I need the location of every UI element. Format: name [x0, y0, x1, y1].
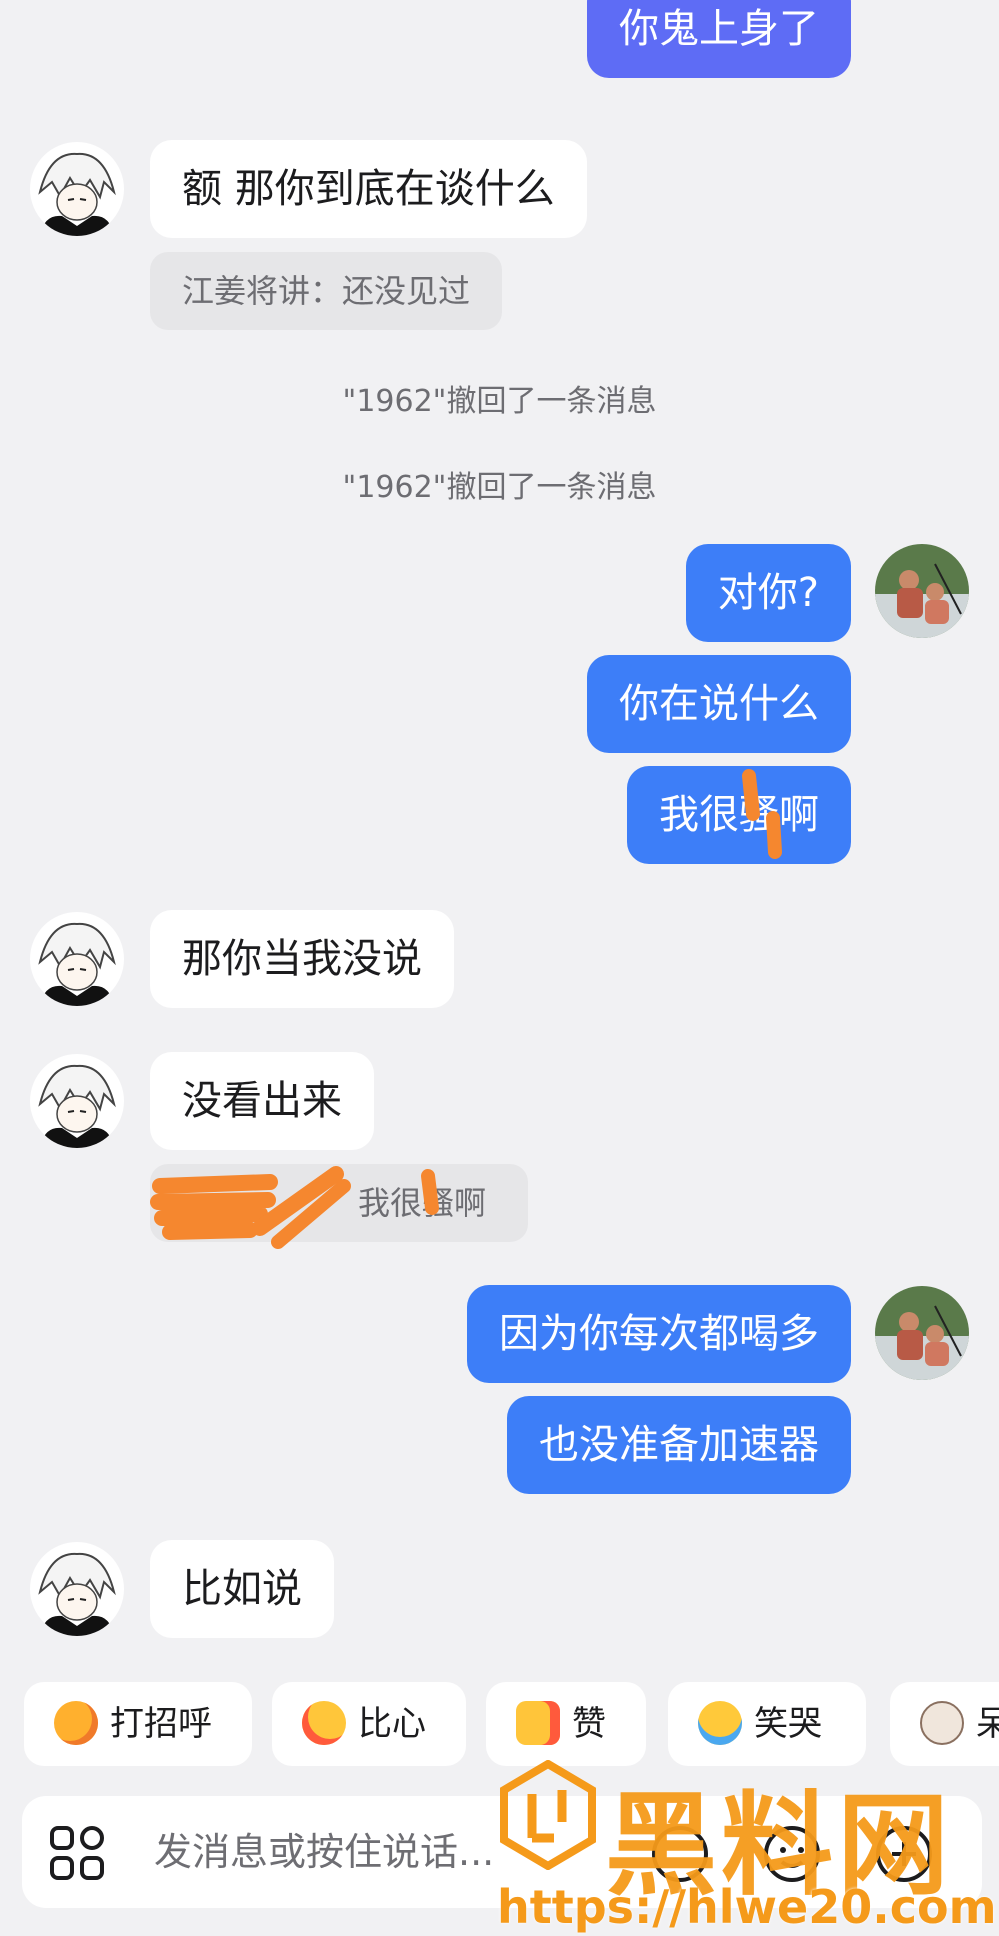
- redaction-scribble: [150, 1166, 439, 1249]
- recall-notice: "1962"撤回了一条消息: [342, 384, 657, 419]
- redaction-scribble: [742, 769, 782, 859]
- message-incoming[interactable]: 额 那你到底在谈什么: [150, 140, 587, 238]
- message-outgoing[interactable]: 你鬼上身了: [587, 0, 851, 78]
- contact-avatar[interactable]: [30, 1054, 124, 1148]
- quick-reply-greet[interactable]: 打招呼: [24, 1682, 252, 1766]
- message-incoming[interactable]: 没看出来: [150, 1052, 374, 1150]
- message-input[interactable]: 发消息或按住说话...: [154, 1796, 494, 1908]
- message-outgoing[interactable]: 也没准备加速器: [507, 1396, 851, 1494]
- watermark-url: https://hlwe20.com: [497, 1880, 997, 1934]
- quick-reply-laugh-cry[interactable]: 笑哭: [668, 1682, 866, 1766]
- message-outgoing[interactable]: 你在说什么: [587, 655, 851, 753]
- message-outgoing[interactable]: 因为你每次都喝多: [467, 1285, 851, 1383]
- quoted-reply[interactable]: 江姜将讲：还没见过: [150, 252, 503, 330]
- contact-avatar[interactable]: [30, 912, 124, 1006]
- quick-reply-heart[interactable]: 比心: [272, 1682, 466, 1766]
- recall-notice: "1962"撤回了一条消息: [342, 470, 657, 505]
- watermark-logo-icon: [500, 1760, 596, 1870]
- my-avatar[interactable]: [875, 1286, 969, 1380]
- apps-grid-icon[interactable]: [48, 1824, 106, 1882]
- message-incoming[interactable]: 比如说: [150, 1540, 334, 1638]
- quick-reply-like[interactable]: 赞: [486, 1682, 646, 1766]
- cat-emoji-icon: [920, 1700, 964, 1745]
- contact-avatar[interactable]: [30, 1542, 124, 1636]
- contact-avatar[interactable]: [30, 142, 124, 236]
- heart-hands-emoji-icon: [302, 1700, 346, 1745]
- message-outgoing[interactable]: 对你?: [685, 544, 851, 642]
- tears-of-joy-emoji-icon: [698, 1700, 742, 1745]
- message-incoming[interactable]: 那你当我没说: [150, 910, 454, 1008]
- smile-wave-emoji-icon: [54, 1700, 98, 1745]
- my-avatar[interactable]: [875, 544, 969, 638]
- thumbs-up-emoji-icon: [516, 1700, 560, 1745]
- quick-reply-dumb[interactable]: 呆: [890, 1682, 999, 1766]
